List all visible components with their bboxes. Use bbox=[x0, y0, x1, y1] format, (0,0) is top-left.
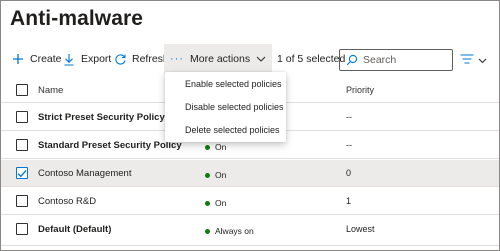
checkmark-icon bbox=[17, 169, 27, 177]
anti-malware-page: Anti-malware Create Export Refresh ··· M… bbox=[0, 0, 500, 251]
policy-priority: 0 bbox=[346, 168, 352, 178]
disable-selected-policies-item[interactable]: Disable selected policies bbox=[165, 96, 286, 118]
more-actions-label: More actions bbox=[190, 53, 251, 65]
filter-button[interactable] bbox=[460, 52, 487, 68]
policy-status: On bbox=[205, 142, 226, 152]
policy-name[interactable]: Contoso Management bbox=[38, 168, 131, 179]
search-input[interactable] bbox=[363, 54, 451, 66]
status-on-icon bbox=[205, 200, 210, 206]
policy-status: On bbox=[205, 198, 226, 208]
policy-status: Always on bbox=[205, 226, 254, 236]
plus-icon bbox=[11, 52, 25, 66]
enable-selected-policies-item[interactable]: Enable selected policies bbox=[165, 73, 286, 95]
export-button[interactable]: Export bbox=[62, 44, 111, 74]
policy-name[interactable]: Standard Preset Security Policy bbox=[38, 140, 182, 151]
row-checkbox[interactable] bbox=[16, 167, 28, 179]
chevron-down-icon bbox=[256, 56, 266, 62]
more-dots-icon: ··· bbox=[170, 53, 184, 65]
row-checkbox[interactable] bbox=[16, 195, 28, 207]
selection-count: 1 of 5 selected bbox=[277, 53, 346, 65]
policy-status-text: On bbox=[215, 170, 227, 180]
policy-name[interactable]: Contoso R&D bbox=[38, 196, 96, 207]
create-button[interactable]: Create bbox=[11, 44, 62, 74]
policy-status-text: Always on bbox=[215, 226, 254, 236]
refresh-button[interactable]: Refresh bbox=[113, 44, 169, 74]
refresh-icon bbox=[113, 52, 127, 66]
download-icon bbox=[62, 52, 76, 66]
table-row[interactable]: Default (Default) Always on Lowest bbox=[1, 216, 499, 246]
more-actions-menu: Enable selected policies Disable selecte… bbox=[165, 72, 286, 142]
search-box[interactable] bbox=[339, 49, 453, 71]
command-bar: Create Export Refresh ··· More actions 1… bbox=[1, 44, 499, 74]
delete-selected-policies-item[interactable]: Delete selected policies bbox=[165, 119, 286, 141]
status-on-icon bbox=[205, 228, 210, 234]
policy-status-text: On bbox=[215, 198, 227, 208]
filter-chevron-down-icon bbox=[478, 51, 487, 69]
policy-name[interactable]: Default (Default) bbox=[38, 224, 111, 235]
table-row[interactable]: Contoso Management On 0 bbox=[1, 160, 499, 187]
row-checkbox[interactable] bbox=[16, 223, 28, 235]
row-checkbox[interactable] bbox=[16, 111, 28, 123]
filter-lines-icon bbox=[460, 51, 474, 69]
create-label: Create bbox=[30, 53, 62, 65]
page-title: Anti-malware bbox=[10, 7, 144, 30]
column-header-name[interactable]: Name bbox=[38, 85, 63, 96]
more-actions-button[interactable]: ··· More actions bbox=[164, 44, 273, 74]
column-header-priority[interactable]: Priority bbox=[346, 85, 374, 95]
select-all-checkbox[interactable] bbox=[16, 84, 28, 96]
row-checkbox[interactable] bbox=[16, 139, 28, 151]
status-on-icon bbox=[205, 172, 210, 178]
policy-priority: -- bbox=[346, 112, 352, 122]
export-label: Export bbox=[81, 53, 112, 65]
policy-priority: -- bbox=[346, 140, 352, 150]
table-row[interactable]: Contoso R&D On 1 bbox=[1, 188, 499, 215]
policy-priority: Lowest bbox=[346, 224, 375, 234]
search-icon bbox=[346, 54, 358, 66]
policy-status-text: On bbox=[215, 142, 227, 152]
status-on-icon bbox=[205, 144, 210, 150]
policy-priority: 1 bbox=[346, 196, 352, 206]
policy-status: On bbox=[205, 170, 226, 180]
policy-name[interactable]: Strict Preset Security Policy bbox=[38, 112, 165, 123]
